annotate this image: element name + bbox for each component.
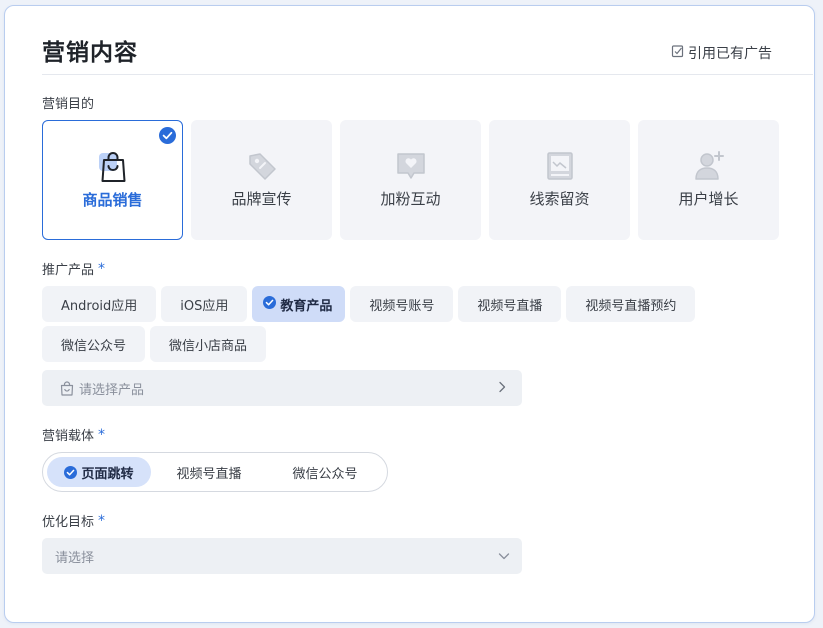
product-chip-channels-account[interactable]: 视频号账号 xyxy=(350,286,454,322)
reference-existing-ad-label: 引用已有广告 xyxy=(688,46,772,62)
product-chips-row-2: 微信公众号 微信小店商品 xyxy=(42,326,267,362)
goal-option-user-growth[interactable]: 用户增长 xyxy=(638,120,779,240)
goal-option-label: 用户增长 xyxy=(678,190,739,208)
goal-option-branding[interactable]: 品牌宣传 xyxy=(191,120,332,240)
reference-existing-ad-link[interactable]: 引用已有广告 xyxy=(671,43,772,63)
page-title: 营销内容 xyxy=(42,40,138,66)
carrier-option-page-jump[interactable]: 页面跳转 xyxy=(47,457,151,487)
chevron-down-icon xyxy=(498,552,510,560)
add-user-icon xyxy=(693,150,725,182)
product-section-label: 推广产品 * xyxy=(42,259,106,279)
product-chip-channels-live-booking[interactable]: 视频号直播预约 xyxy=(566,286,696,322)
goal-option-label: 品牌宣传 xyxy=(231,190,292,208)
product-select-placeholder: 请选择产品 xyxy=(79,382,145,398)
goal-option-sales[interactable]: 商品销售 xyxy=(42,120,183,240)
goal-section-label-text: 营销目的 xyxy=(42,97,95,112)
shopping-bag-icon xyxy=(96,151,130,183)
chevron-right-icon xyxy=(498,381,506,393)
carrier-segmented-control: 页面跳转 视频号直播 微信公众号 xyxy=(42,452,388,492)
optimize-goal-placeholder: 请选择 xyxy=(55,550,95,566)
heart-chat-icon xyxy=(395,150,427,182)
carrier-option-channels-live[interactable]: 视频号直播 xyxy=(151,457,267,487)
carrier-option-label: 微信公众号 xyxy=(292,466,358,482)
optimize-goal-select[interactable]: 请选择 xyxy=(42,538,522,574)
product-chip-ios[interactable]: iOS应用 xyxy=(161,286,248,322)
goal-option-label: 线索留资 xyxy=(529,190,590,208)
goal-options: 商品销售 品牌宣传 加粉互动 线索留资 用户增长 xyxy=(42,120,779,240)
product-section-label-text: 推广产品 xyxy=(42,263,95,278)
required-star: * xyxy=(98,260,106,277)
shopping-bag-icon xyxy=(60,380,74,396)
product-chip-android[interactable]: Android应用 xyxy=(42,286,157,322)
header-divider xyxy=(42,74,813,75)
optimize-section-label: 优化目标 * xyxy=(42,511,106,531)
product-chip-label: 微信公众号 xyxy=(61,338,127,354)
product-chip-official-account[interactable]: 微信公众号 xyxy=(42,326,146,362)
optimize-section-label-text: 优化目标 xyxy=(42,515,95,530)
product-chip-label: 视频号直播预约 xyxy=(585,298,677,314)
required-star: * xyxy=(98,512,106,529)
carrier-option-label: 视频号直播 xyxy=(176,466,242,482)
carrier-option-label: 页面跳转 xyxy=(81,466,134,482)
product-chip-label: iOS应用 xyxy=(180,298,229,314)
carrier-section-label-text: 营销载体 xyxy=(42,429,95,444)
product-chip-label: 视频号账号 xyxy=(369,298,435,314)
required-star: * xyxy=(98,426,106,443)
goal-section-label: 营销目的 xyxy=(42,93,94,112)
product-chip-channels-live[interactable]: 视频号直播 xyxy=(458,286,562,322)
image-form-icon xyxy=(544,150,576,182)
product-chip-label: 微信小店商品 xyxy=(169,338,248,354)
product-chip-label: 视频号直播 xyxy=(477,298,543,314)
product-chip-mini-shop[interactable]: 微信小店商品 xyxy=(150,326,267,362)
goal-option-label: 加粉互动 xyxy=(380,190,441,208)
goal-option-label: 商品销售 xyxy=(82,191,143,209)
edit-checkbox-icon xyxy=(671,44,685,62)
goal-option-leads[interactable]: 线索留资 xyxy=(489,120,630,240)
tag-icon xyxy=(246,150,278,182)
product-chip-label: 教育产品 xyxy=(280,298,333,314)
goal-option-engagement[interactable]: 加粉互动 xyxy=(340,120,481,240)
product-chips-row-1: Android应用 iOS应用 教育产品 视频号账号 视频号直播 视频号直播预约 xyxy=(42,286,696,322)
check-circle-icon xyxy=(263,295,277,313)
check-circle-icon xyxy=(64,465,78,479)
check-circle-icon xyxy=(159,127,176,148)
product-chip-label: Android应用 xyxy=(61,298,138,314)
carrier-option-official-account[interactable]: 微信公众号 xyxy=(267,457,383,487)
product-select[interactable]: 请选择产品 xyxy=(42,370,522,406)
carrier-section-label: 营销载体 * xyxy=(42,425,106,445)
product-chip-education[interactable]: 教育产品 xyxy=(252,286,346,322)
